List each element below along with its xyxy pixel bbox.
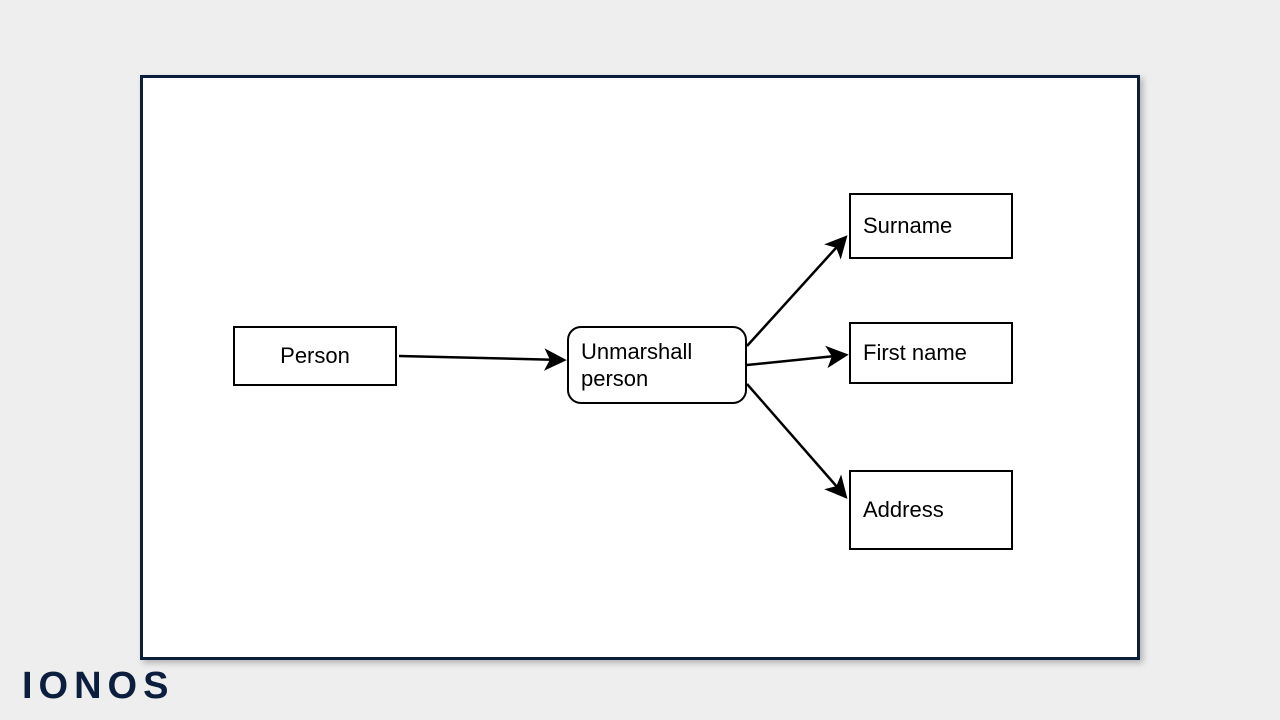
brand-logo: IONOS [22, 665, 174, 708]
node-unmarshall-label: Unmarshall person [581, 338, 733, 393]
node-address: Address [849, 470, 1013, 550]
node-firstname-label: First name [863, 339, 967, 367]
node-firstname: First name [849, 322, 1013, 384]
node-unmarshall: Unmarshall person [567, 326, 747, 404]
node-surname-label: Surname [863, 212, 952, 240]
node-address-label: Address [863, 496, 944, 524]
node-person: Person [233, 326, 397, 386]
diagram-canvas: Person Unmarshall person Surname First n… [140, 75, 1140, 660]
node-person-label: Person [280, 342, 350, 370]
node-surname: Surname [849, 193, 1013, 259]
